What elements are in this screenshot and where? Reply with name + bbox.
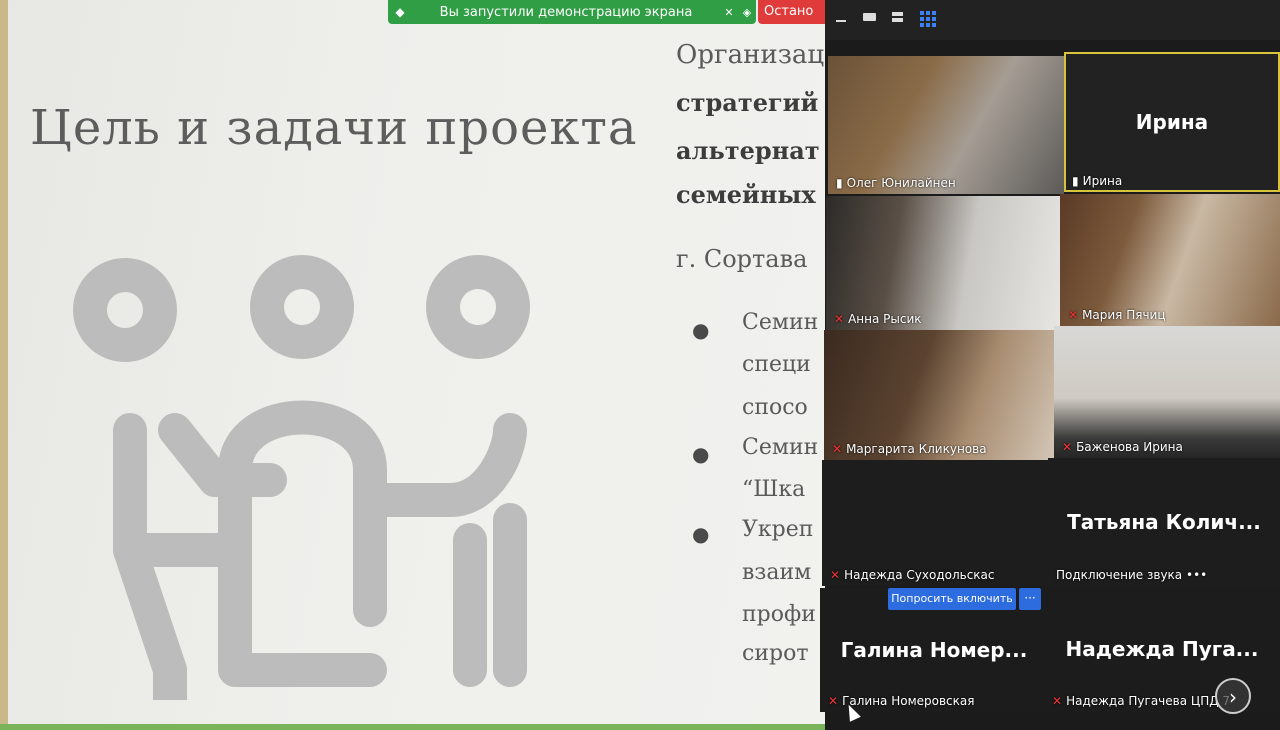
slide-text-line: альтернат (676, 136, 820, 165)
participant-name: ✕ Мария Пячиц (1068, 308, 1166, 322)
bullet-line: “Шка (742, 477, 806, 502)
mic-muted-icon: ✕ (828, 694, 839, 708)
bullet-line: Укреп (742, 517, 814, 542)
next-page-icon[interactable]: › (1215, 678, 1251, 714)
ask-to-unmute-button[interactable]: Попросить включить (888, 588, 1016, 610)
participant-display-name: Галина Номер... (840, 638, 1028, 662)
bullet-dot: ● (692, 522, 710, 546)
participant-name: ✕ Анна Рысик (834, 312, 922, 326)
slide-text-line: стратегий (676, 88, 819, 117)
participant-display-name: Надежда Пуга... (1065, 637, 1259, 661)
bullet-line: специ (742, 352, 811, 377)
bullet-line: сирот (742, 641, 809, 666)
participant-display-name: Татьяна Колич... (1067, 510, 1261, 534)
mic-muted-icon: ✕ (1062, 440, 1073, 454)
participant-tile[interactable]: ✕ Баженова Ирина (1054, 326, 1280, 458)
participant-tile[interactable]: ✕ Анна Рысик (826, 196, 1060, 330)
mic-muted-icon: ✕ (830, 568, 841, 582)
stop-share-button[interactable]: Остано (758, 0, 828, 24)
mic-muted-icon: ✕ (834, 312, 845, 326)
pin-icon: ▮ (1072, 174, 1079, 188)
participant-name: ✕ Баженова Ирина (1062, 440, 1183, 454)
participant-tile[interactable]: ✕ Маргарита Кликунова (824, 330, 1054, 460)
share-banner-label: Вы запустили демонстрацию экрана (439, 4, 693, 20)
minimize-icon[interactable] (833, 10, 851, 24)
presentation-slide: Цель и задачи проекта Организац стратеги… (0, 0, 830, 730)
participant-tile[interactable]: ✕ Надежда Суходольскас (822, 460, 1048, 586)
participant-tile[interactable]: ▮ Олег Юнилайнен (828, 56, 1064, 194)
participant-tile[interactable]: Татьяна Колич... Подключение звука ••• (1048, 458, 1280, 586)
pin-icon: ▮ (836, 176, 843, 190)
bullet-dot: ● (692, 442, 710, 466)
family-logo-icon (73, 255, 530, 700)
bullet-line: Семин (742, 310, 819, 335)
bullet-dot: ● (692, 318, 710, 342)
participant-tile-active[interactable]: Ирина ▮ Ирина (1064, 52, 1280, 192)
participant-name: ▮ Ирина (1072, 174, 1123, 188)
speaker-view-icon[interactable] (889, 10, 907, 24)
participant-display-name: Ирина (1135, 110, 1209, 134)
gallery-toolbar (825, 0, 1280, 40)
bullet-line: взаим (742, 560, 812, 585)
bullet-line: спосо (742, 395, 808, 420)
more-options-button[interactable]: ··· (1019, 588, 1041, 610)
participant-tile[interactable]: ✕ Мария Пячиц (1060, 194, 1280, 326)
slide-city-line: г. Сортава (676, 245, 808, 273)
shield-icon[interactable]: ◈ (738, 6, 756, 19)
share-status-icon: ◆ (395, 5, 405, 19)
bullet-line: профи (742, 602, 816, 627)
participant-name: ▮ Олег Юнилайнен (836, 176, 956, 190)
participant-name: Подключение звука ••• (1056, 568, 1208, 582)
screen-share-banner[interactable]: ◆ Вы запустили демонстрацию экрана ✕ ◈ (388, 0, 756, 24)
mic-muted-icon: ✕ (832, 442, 843, 456)
participant-name: ✕ Надежда Суходольскас (830, 568, 995, 582)
slide-title: Цель и задачи проекта (30, 100, 638, 156)
participant-name: ✕ Надежда Пугачева ЦПД 7 (1052, 694, 1231, 708)
bullet-line: Семин (742, 435, 819, 460)
slide-text-line: Организац (676, 40, 825, 70)
slide-text-line: семейных (676, 180, 816, 209)
mic-muted-icon: ✕ (1068, 308, 1079, 322)
mic-muted-icon: ✕ (1052, 694, 1063, 708)
gallery-view-icon[interactable] (919, 10, 939, 27)
thumbnail-view-icon[interactable] (861, 10, 879, 24)
participant-name: ✕ Маргарита Кликунова (832, 442, 987, 456)
mute-icon[interactable]: ✕ (720, 6, 738, 19)
